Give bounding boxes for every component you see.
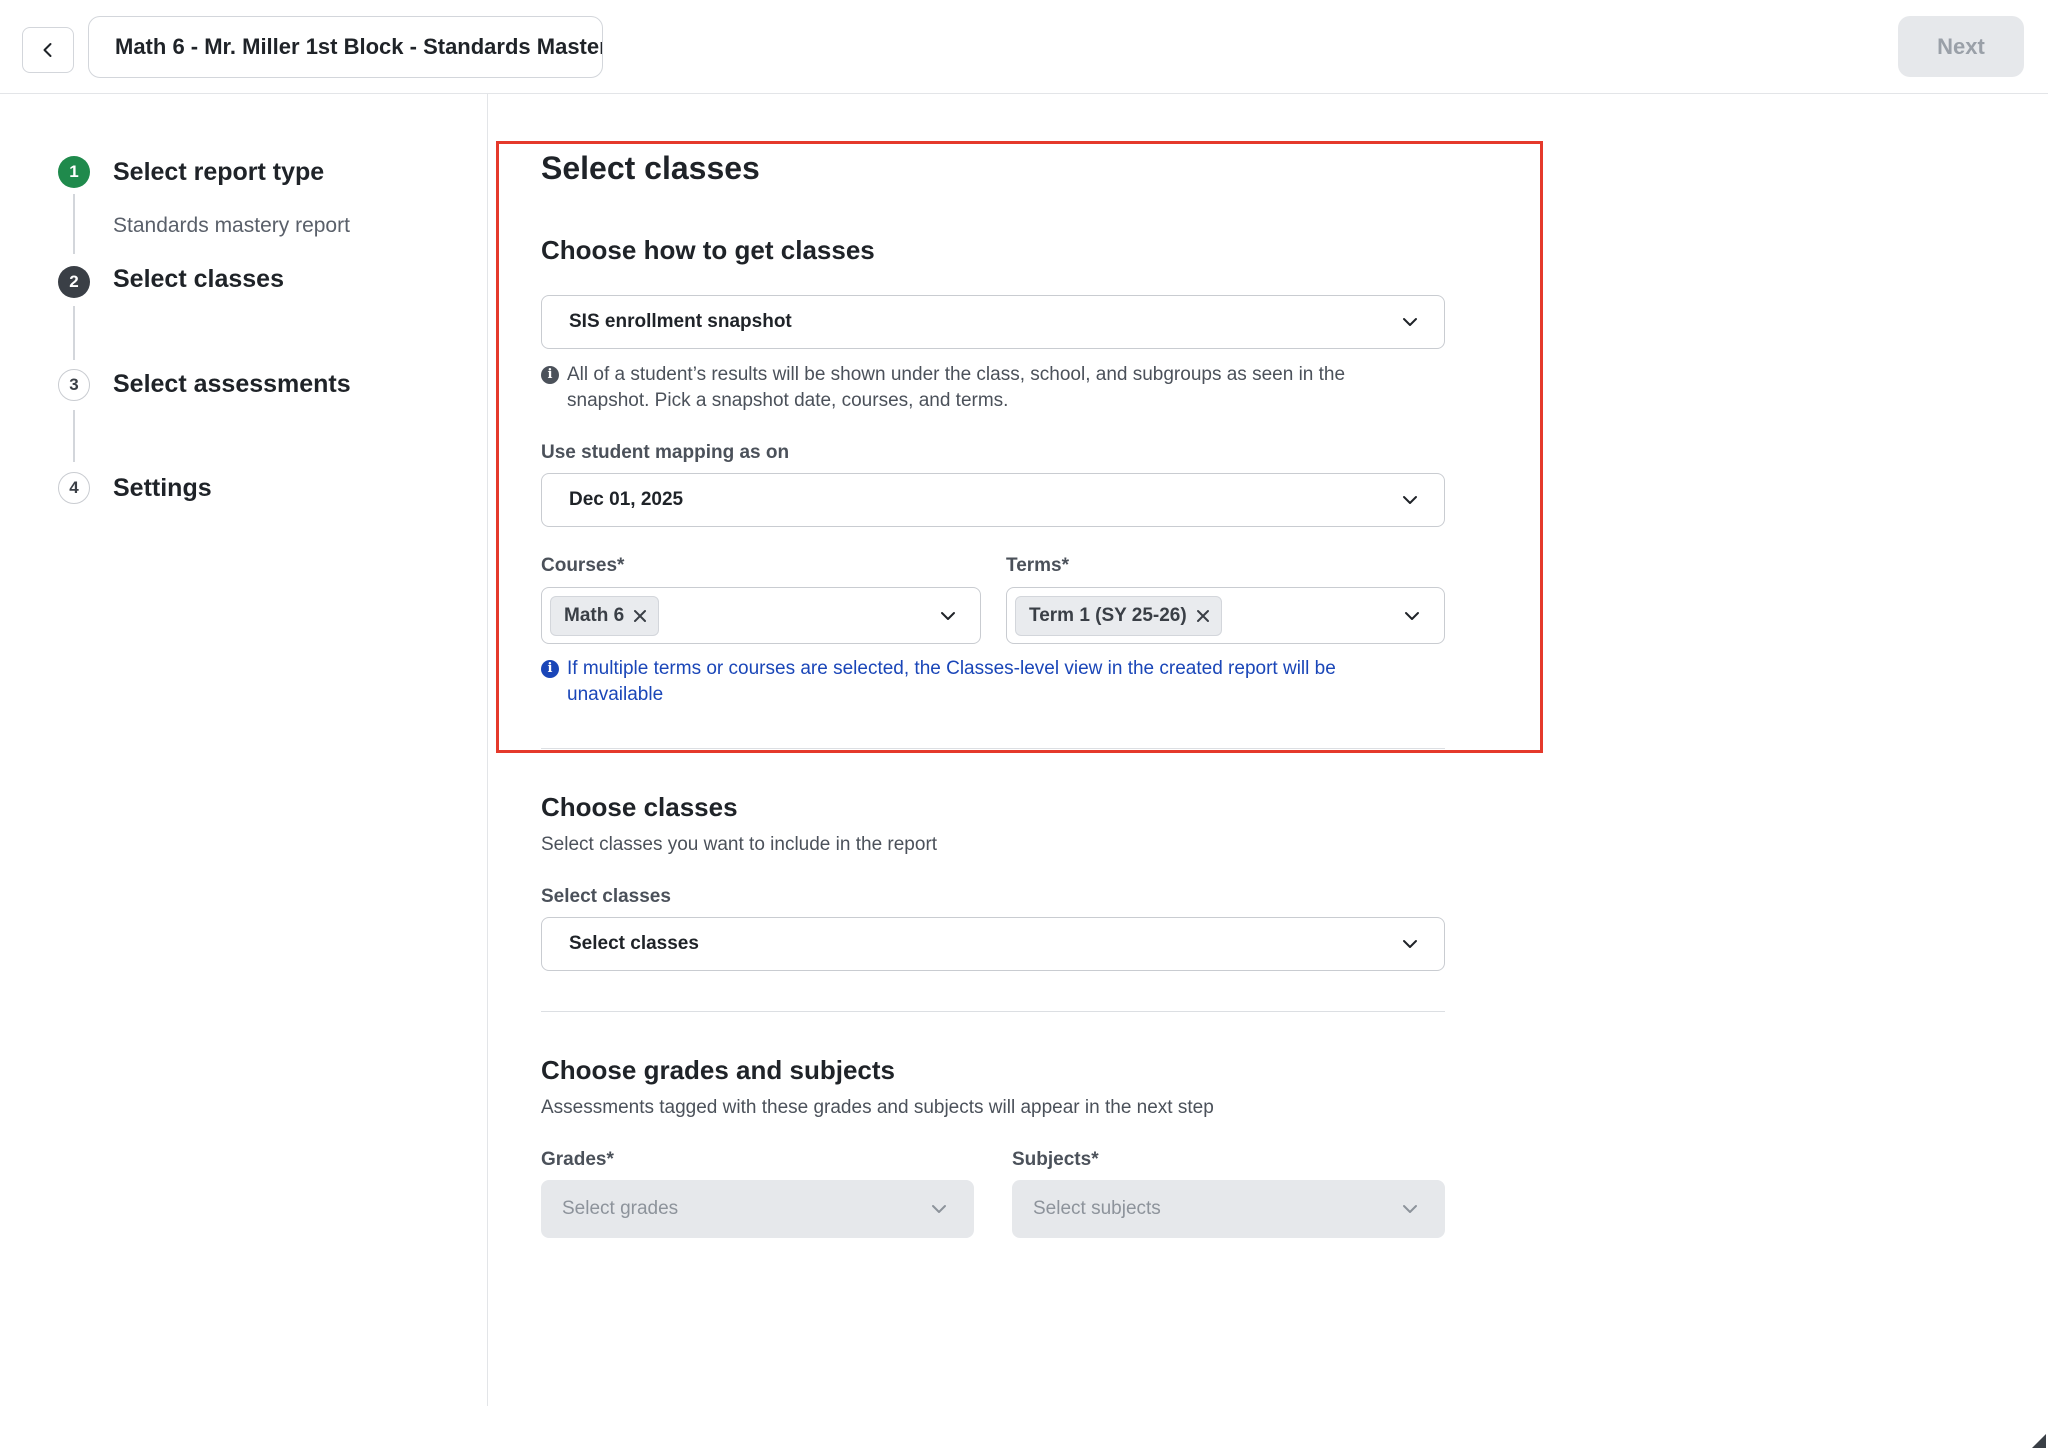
grades-label: Grades* — [541, 1149, 614, 1170]
method-info-note: i All of a student’s results will be sho… — [541, 362, 1345, 414]
multi-select-warning: i If multiple terms or courses are selec… — [541, 656, 1336, 708]
chevron-down-icon — [1405, 611, 1419, 620]
step-settings[interactable]: 4 Settings — [58, 472, 212, 504]
step-number: 2 — [58, 266, 90, 298]
step-number: 1 — [58, 156, 90, 188]
terms-label: Terms* — [1006, 555, 1070, 576]
grades-placeholder: Select grades — [562, 1198, 679, 1219]
subjects-label: Subjects* — [1012, 1149, 1099, 1170]
step-select-assessments[interactable]: 3 Select assessments — [58, 369, 351, 401]
close-icon[interactable] — [1195, 608, 1211, 624]
chevron-down-icon — [1403, 318, 1417, 326]
select-classes-value: Select classes — [569, 933, 699, 954]
close-icon[interactable] — [632, 608, 648, 624]
info-icon: i — [541, 660, 559, 678]
mapping-label: Use student mapping as on — [541, 442, 790, 463]
chevron-down-icon — [941, 611, 955, 620]
warning-line: If multiple terms or courses are selecte… — [567, 658, 1336, 679]
select-classes-label: Select classes — [541, 886, 671, 907]
term-chip: Term 1 (SY 25-26) — [1015, 596, 1222, 636]
report-title-input[interactable]: Math 6 - Mr. Miller 1st Block - Standard… — [88, 16, 603, 78]
chevron-down-icon — [1403, 940, 1417, 948]
column-divider — [487, 94, 488, 1406]
report-title-text: Math 6 - Mr. Miller 1st Block - Standard… — [115, 34, 602, 59]
section-divider — [541, 748, 1445, 749]
top-bar: Math 6 - Mr. Miller 1st Block - Standard… — [0, 0, 2048, 94]
step-label: Select report type — [113, 158, 325, 186]
back-button[interactable] — [22, 27, 74, 73]
grades-select[interactable]: Select grades — [541, 1180, 974, 1238]
get-classes-heading: Choose how to get classes — [541, 235, 875, 265]
page-title: Select classes — [541, 150, 760, 186]
step-connector — [73, 194, 75, 254]
courses-multiselect[interactable]: Math 6 — [541, 587, 981, 644]
chevron-left-icon — [43, 43, 52, 57]
subjects-select[interactable]: Select subjects — [1012, 1180, 1445, 1238]
grades-subjects-heading: Choose grades and subjects — [541, 1055, 895, 1085]
step-label: Settings — [113, 474, 212, 502]
method-info-line: All of a student’s results will be shown… — [567, 364, 1346, 385]
step-select-classes[interactable]: 2 Select classes — [58, 265, 284, 298]
course-chip: Math 6 — [550, 596, 660, 636]
step-number: 4 — [58, 472, 90, 504]
chevron-down-icon — [1403, 496, 1417, 504]
grades-subjects-description: Assessments tagged with these grades and… — [541, 1097, 1214, 1118]
step-sub-label: Standards mastery report — [113, 214, 350, 237]
chevron-down-icon — [932, 1205, 946, 1213]
chevron-down-icon — [1403, 1205, 1417, 1213]
courses-label: Courses* — [541, 555, 625, 576]
subjects-placeholder: Select subjects — [1033, 1198, 1161, 1219]
step-number: 3 — [58, 369, 90, 401]
step-connector — [73, 306, 75, 360]
step-label: Select classes — [113, 265, 284, 293]
method-info-line: snapshot. Pick a snapshot date, courses,… — [567, 390, 1009, 411]
section-divider — [541, 1011, 1445, 1012]
choose-classes-description: Select classes you want to include in th… — [541, 834, 938, 855]
step-connector — [73, 410, 75, 462]
terms-multiselect[interactable]: Term 1 (SY 25-26) — [1006, 587, 1445, 644]
step-label: Select assessments — [113, 370, 351, 398]
mapping-date-value: Dec 01, 2025 — [569, 489, 684, 510]
class-method-value: SIS enrollment snapshot — [569, 311, 792, 332]
info-icon: i — [541, 366, 559, 384]
warning-line: unavailable — [567, 684, 664, 705]
resize-handle-icon — [2032, 1434, 2046, 1448]
course-chip-label: Math 6 — [564, 605, 625, 626]
class-method-select[interactable]: SIS enrollment snapshot — [541, 295, 1445, 349]
next-button[interactable]: Next — [1898, 16, 2024, 77]
term-chip-label: Term 1 (SY 25-26) — [1029, 605, 1187, 626]
step-select-report-type[interactable]: 1 Select report type — [58, 156, 324, 188]
mapping-date-select[interactable]: Dec 01, 2025 — [541, 473, 1445, 527]
select-classes-dropdown[interactable]: Select classes — [541, 917, 1445, 971]
choose-classes-heading: Choose classes — [541, 792, 738, 822]
